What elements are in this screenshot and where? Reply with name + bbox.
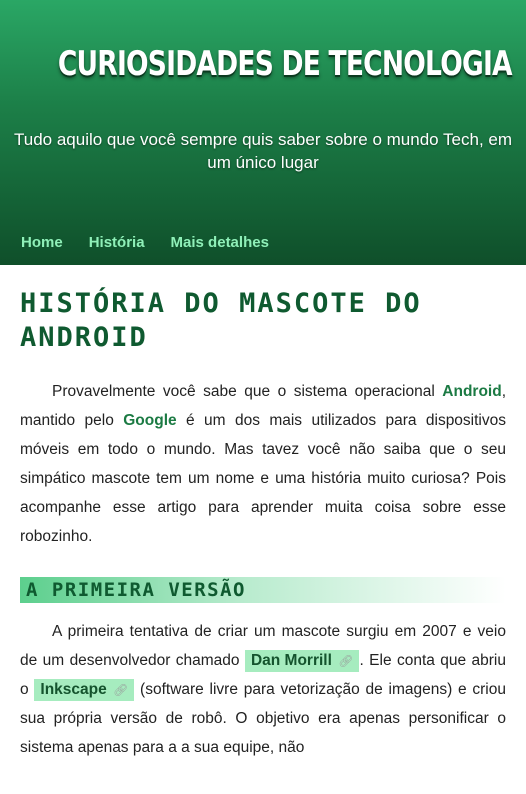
google-keyword: Google [123, 412, 177, 429]
link-icon: 🔗︎ [338, 654, 354, 668]
android-keyword: Android [442, 383, 502, 400]
section-heading-primeira-versao: A PRIMEIRA VERSÃO [20, 577, 506, 603]
main-nav: Home História Mais detalhes [21, 234, 295, 251]
inkscape-link[interactable]: Inkscape 🔗︎ [34, 679, 135, 701]
site-title: CURIOSIDADES DE TECNOLOGIA [57, 44, 513, 84]
main-content: HISTÓRIA DO MASCOTE DO ANDROID Provavelm… [0, 287, 526, 762]
nav-link-home[interactable]: Home [21, 234, 63, 251]
dan-morrill-link[interactable]: Dan Morrill 🔗︎ [244, 650, 360, 672]
nav-link-mais-detalhes[interactable]: Mais detalhes [171, 234, 269, 251]
dan-morrill-label: Dan Morrill [250, 652, 332, 669]
nav-link-historia[interactable]: História [89, 234, 145, 251]
section1-paragraph: A primeira tentativa de criar um mascote… [20, 617, 506, 762]
inkscape-label: Inkscape [40, 681, 107, 698]
site-header: CURIOSIDADES DE TECNOLOGIA Tudo aquilo q… [0, 0, 526, 265]
link-icon: 🔗︎ [113, 683, 129, 697]
intro-text-1: Provavelmente você sabe que o sistema op… [52, 383, 443, 400]
site-subtitle: Tudo aquilo que você sempre quis saber s… [14, 130, 513, 172]
intro-paragraph: Provavelmente você sabe que o sistema op… [20, 377, 506, 551]
intro-text-3: é um dos mais utilizados para dispositiv… [20, 412, 506, 545]
article-title: HISTÓRIA DO MASCOTE DO ANDROID [20, 288, 422, 353]
